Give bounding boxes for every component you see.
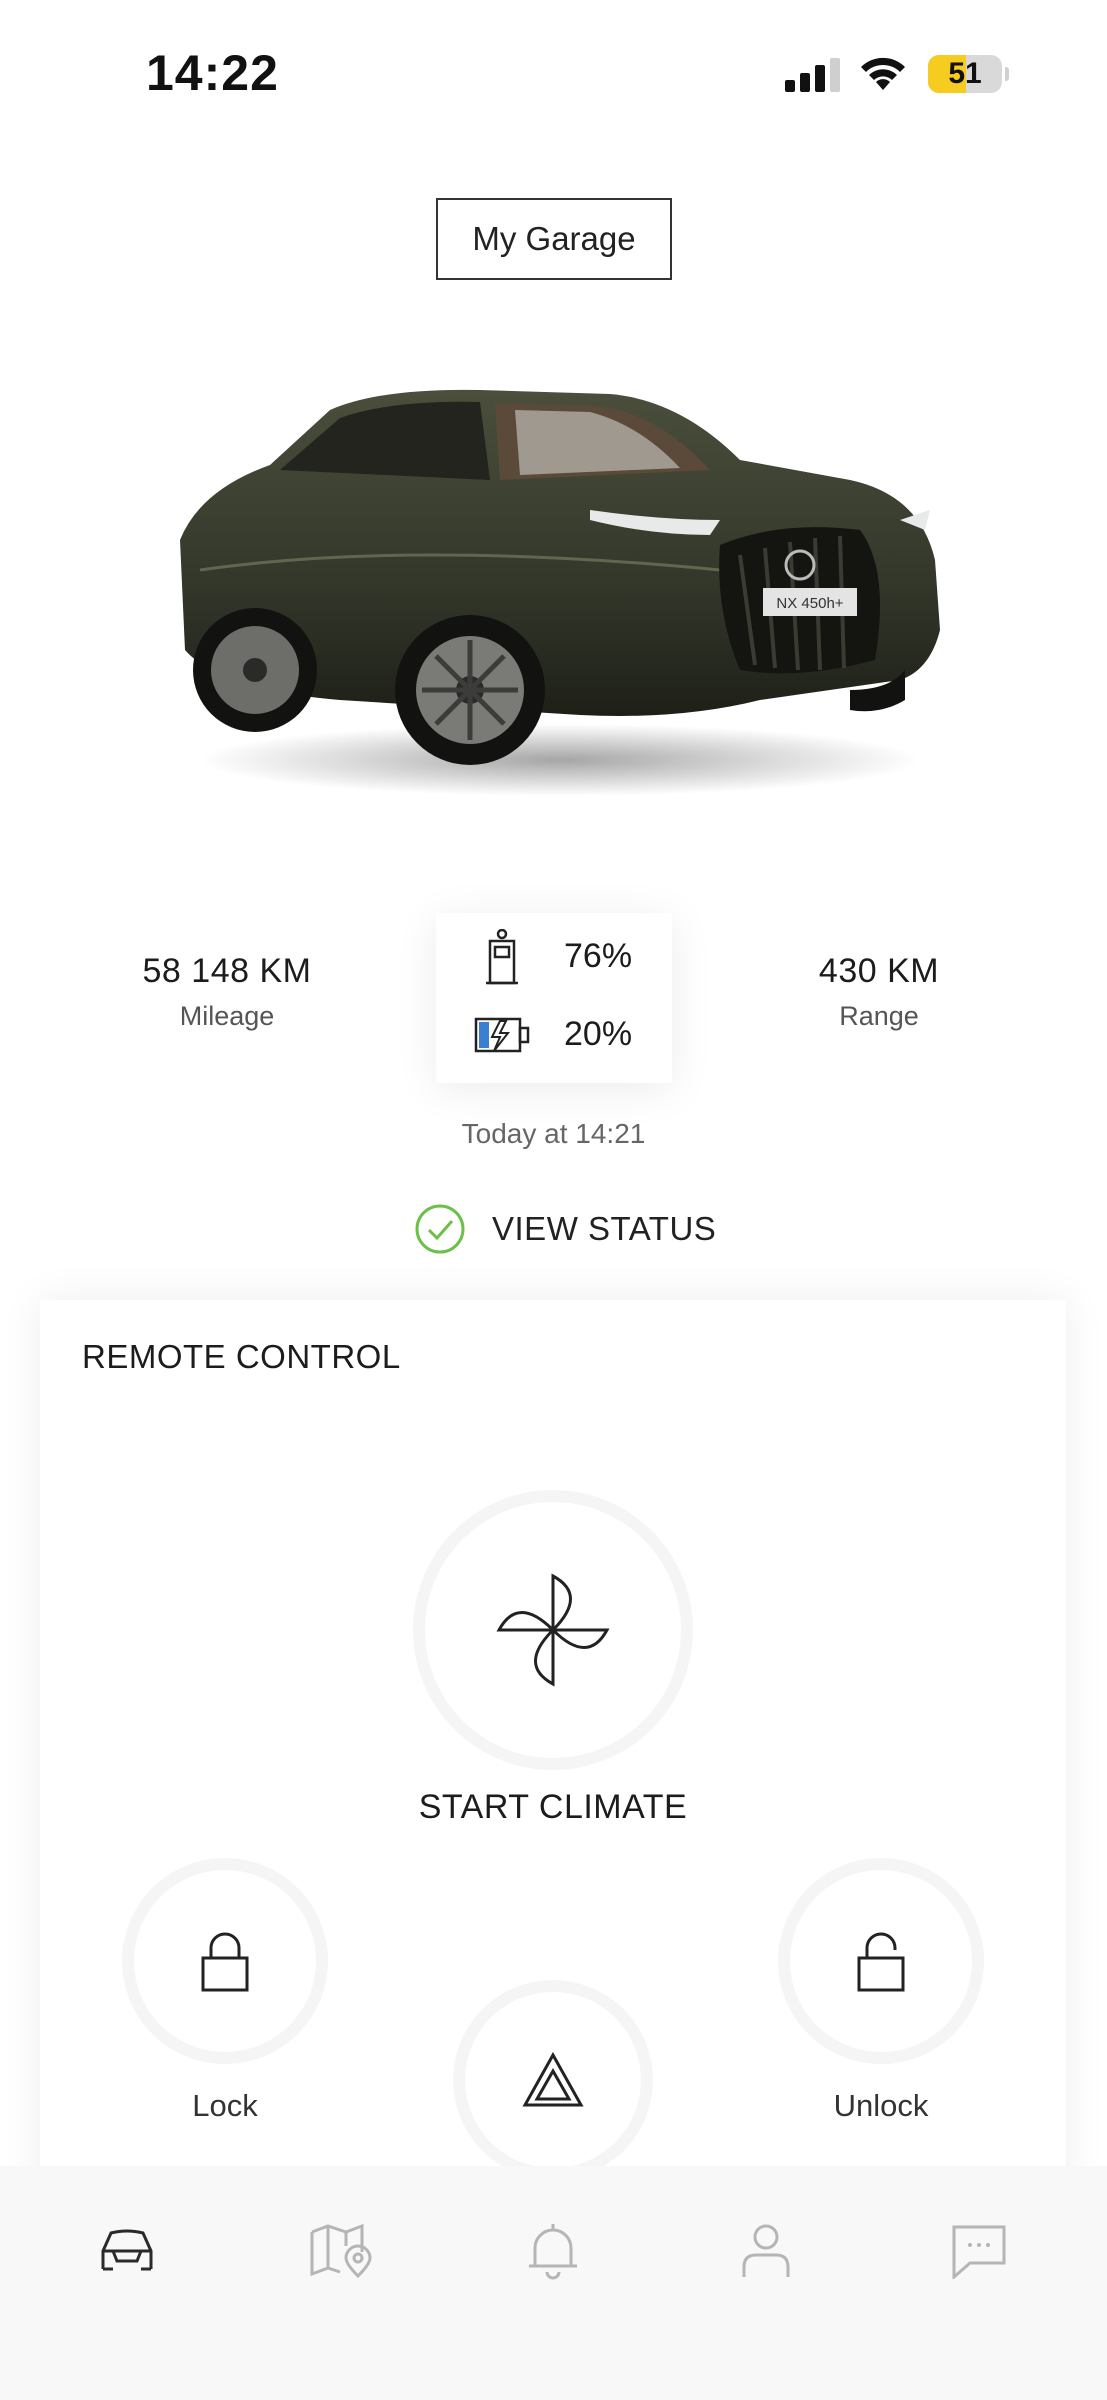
- lock-icon: [201, 1932, 249, 1992]
- range-value: 430 KM: [818, 952, 940, 990]
- remote-control-title: REMOTE CONTROL: [82, 1338, 401, 1375]
- nav-map-tab[interactable]: [305, 2216, 375, 2286]
- status-time: 14:22: [146, 45, 279, 101]
- last-updated-text: Today at 14:21: [461, 1118, 646, 1149]
- hazard-lights-button[interactable]: [453, 1980, 653, 2180]
- car-icon: [101, 2229, 153, 2271]
- license-plate-text: NX 450h+: [776, 595, 843, 612]
- battery-charge-percentage: 20%: [564, 1015, 633, 1053]
- view-status-button[interactable]: VIEW STATUS: [414, 1202, 716, 1256]
- fuel-pump-icon: [486, 929, 518, 985]
- profile-icon: [742, 2224, 790, 2277]
- wifi-icon: [861, 57, 905, 90]
- ev-battery-icon: [474, 1017, 530, 1053]
- hazard-icon: [522, 2051, 584, 2107]
- chat-icon: [952, 2225, 1006, 2279]
- bell-icon: [529, 2224, 577, 2280]
- vehicle-image[interactable]: NX 450h+: [160, 370, 950, 810]
- cellular-signal-icon: [785, 58, 840, 92]
- range-label: Range: [839, 1001, 919, 1031]
- battery-percentage: 51: [948, 57, 982, 90]
- fuel-level-row: 76%: [436, 921, 672, 991]
- unlock-button[interactable]: [778, 1858, 984, 2064]
- nav-messages-tab[interactable]: [944, 2216, 1014, 2286]
- lock-button[interactable]: [122, 1858, 328, 2064]
- start-climate-button[interactable]: [413, 1490, 693, 1770]
- unlock-icon: [857, 1932, 905, 1992]
- unlock-label[interactable]: Unlock: [781, 2088, 981, 2124]
- nav-notifications-tab[interactable]: [518, 2216, 588, 2286]
- nav-vehicle-tab[interactable]: [92, 2216, 162, 2286]
- bottom-navigation: [0, 2166, 1107, 2400]
- view-status-label: VIEW STATUS: [492, 1210, 717, 1247]
- check-circle-icon: [415, 1204, 465, 1254]
- fuel-percentage: 76%: [564, 937, 633, 975]
- range-stat: 430 KM Range: [752, 952, 1006, 1032]
- fuel-battery-card[interactable]: 76% 20%: [436, 913, 672, 1083]
- fan-icon: [496, 1573, 610, 1687]
- mileage-stat: 58 148 KM Mileage: [100, 952, 354, 1032]
- lock-label[interactable]: Lock: [125, 2088, 325, 2124]
- start-climate-label[interactable]: START CLIMATE: [353, 1788, 753, 1827]
- my-garage-button[interactable]: My Garage: [436, 198, 672, 280]
- mileage-label: Mileage: [179, 1001, 275, 1031]
- battery-level-row: 20%: [436, 999, 672, 1069]
- battery-indicator: 51: [928, 55, 1009, 93]
- nav-profile-tab[interactable]: [731, 2216, 801, 2286]
- mileage-value: 58 148 KM: [142, 952, 312, 990]
- status-bar: 14:22 51: [0, 0, 1107, 140]
- map-icon: [310, 2223, 372, 2279]
